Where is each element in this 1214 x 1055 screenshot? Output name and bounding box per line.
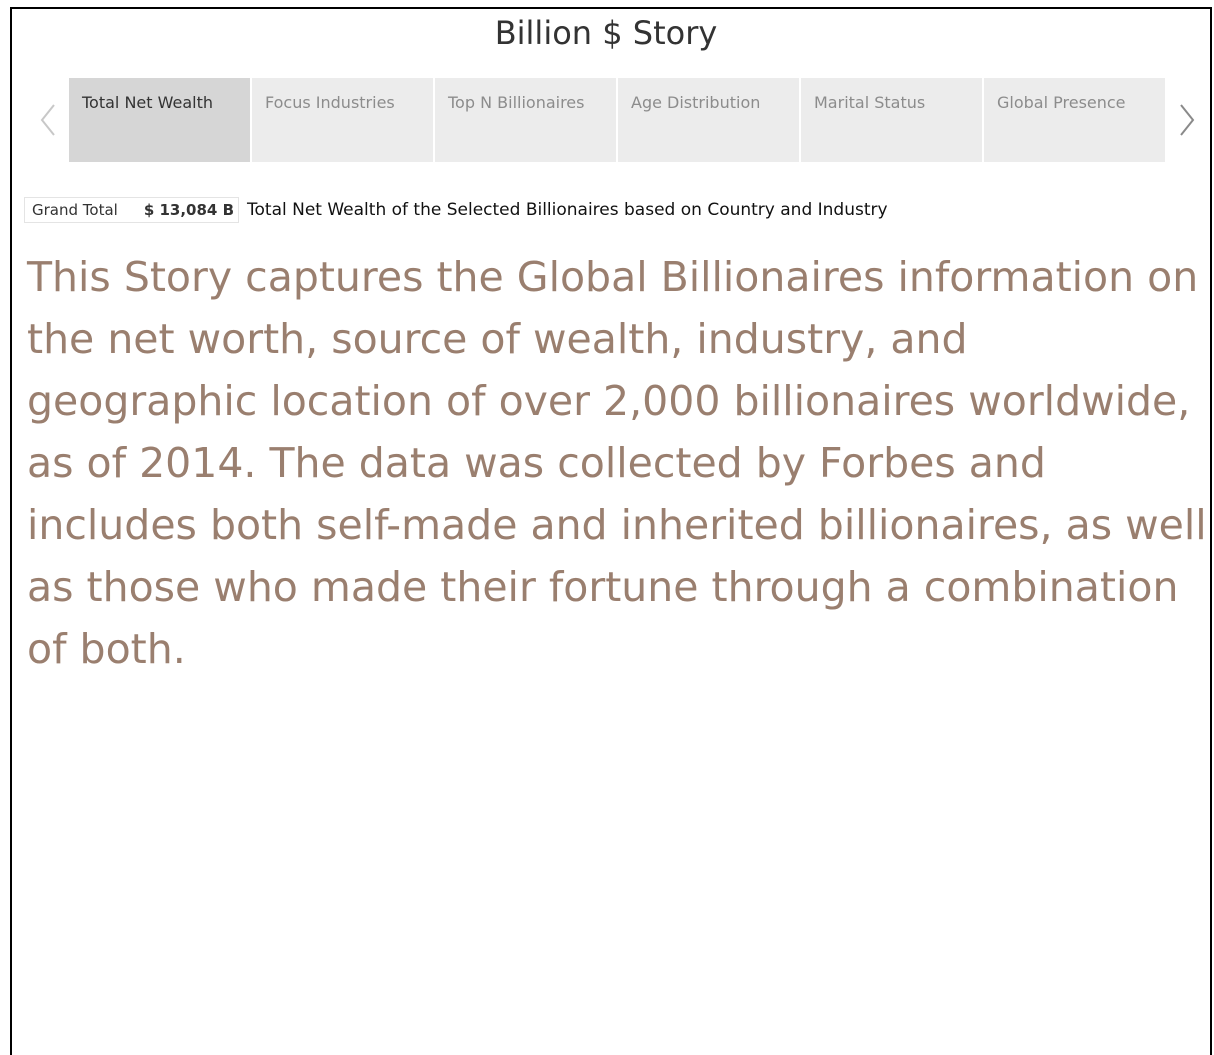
tab-marital-status[interactable]: Marital Status bbox=[801, 78, 982, 162]
tab-top-n-billionaires[interactable]: Top N Billionaires bbox=[435, 78, 616, 162]
tab-focus-industries[interactable]: Focus Industries bbox=[252, 78, 433, 162]
tab-age-distribution[interactable]: Age Distribution bbox=[618, 78, 799, 162]
grand-total-value: $ 13,084 B bbox=[143, 201, 235, 219]
next-tab-button[interactable] bbox=[1172, 100, 1202, 140]
story-tab-strip: Total Net Wealth Focus Industries Top N … bbox=[69, 78, 1165, 162]
chevron-left-icon bbox=[40, 104, 55, 136]
grand-total-label: Grand Total bbox=[32, 201, 118, 219]
summary-caption: Total Net Wealth of the Selected Billion… bbox=[247, 200, 888, 220]
tab-global-presence[interactable]: Global Presence bbox=[984, 78, 1165, 162]
grand-total-box: Grand Total $ 13,084 B bbox=[24, 197, 240, 223]
summary-row: Grand Total $ 13,084 B Total Net Wealth … bbox=[24, 196, 888, 224]
previous-tab-button[interactable] bbox=[33, 100, 63, 140]
tab-total-net-wealth[interactable]: Total Net Wealth bbox=[69, 78, 250, 162]
story-title: Billion $ Story bbox=[494, 14, 718, 52]
story-description: This Story captures the Global Billionai… bbox=[27, 253, 1207, 673]
chevron-right-icon bbox=[1180, 104, 1195, 136]
